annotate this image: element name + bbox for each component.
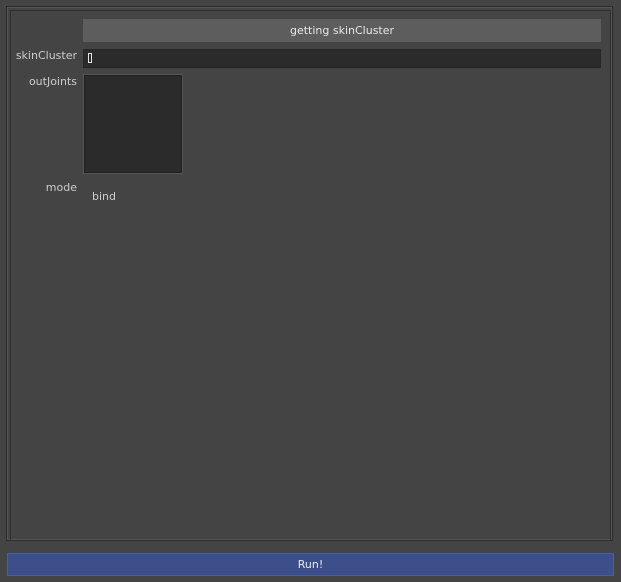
skincluster-label: skinCluster xyxy=(15,49,77,62)
outjoints-label: outJoints xyxy=(28,75,77,88)
skincluster-field[interactable] xyxy=(83,49,601,68)
outjoints-list[interactable] xyxy=(83,74,183,174)
text-cursor xyxy=(88,53,92,63)
run-button[interactable]: Run! xyxy=(7,553,614,576)
mode-label: mode xyxy=(45,181,77,194)
get-skincluster-button[interactable]: getting skinCluster xyxy=(83,19,601,42)
mode-option-bind[interactable]: bind xyxy=(92,190,116,203)
